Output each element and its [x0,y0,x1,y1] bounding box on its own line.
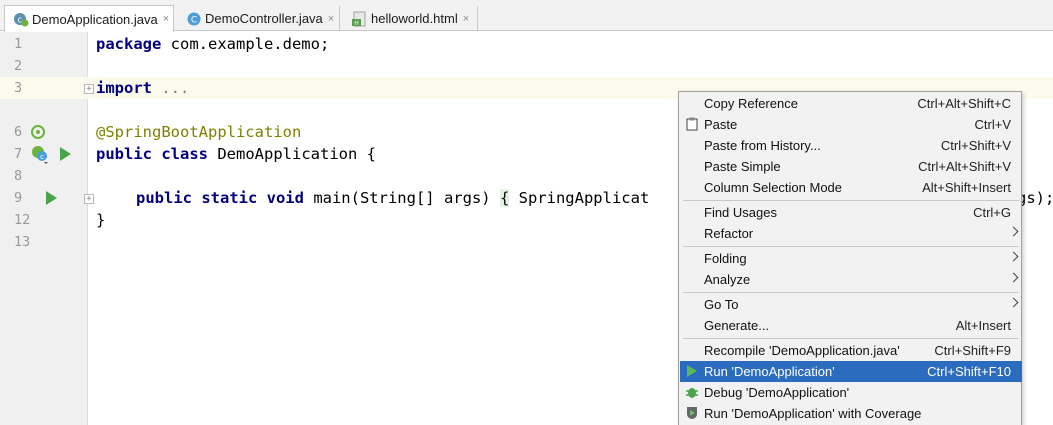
java-class-icon: C [186,11,202,27]
tab-label: helloworld.html [371,11,458,26]
chevron-right-icon [1008,226,1019,237]
menu-item-paste-from-history[interactable]: Paste from History... Ctrl+Shift+V [680,135,1022,156]
line-number: 12 [14,212,31,228]
menu-separator [683,292,1019,293]
menu-item-folding[interactable]: Folding [680,248,1022,269]
code-line[interactable]: import ... [96,77,189,99]
clipboard-icon [685,117,699,131]
spring-boot-gutter-icon[interactable] [30,124,46,144]
menu-item-refactor[interactable]: Refactor [680,223,1022,244]
menu-item-run-with-coverage[interactable]: Run 'DemoApplication' with Coverage [680,403,1022,424]
code-line[interactable]: package com.example.demo; [96,33,329,55]
close-icon[interactable]: × [463,13,469,25]
code-line[interactable]: } [96,209,105,231]
tab-label: DemoApplication.java [32,11,158,27]
html-file-icon: H [352,11,368,27]
line-number: 6 [14,124,23,140]
menu-item-analyze[interactable]: Analyze [680,269,1022,290]
menu-separator [683,246,1019,247]
menu-separator [683,200,1019,201]
chevron-right-icon [1008,251,1019,262]
menu-separator [683,338,1019,339]
menu-item-run[interactable]: Run 'DemoApplication' Ctrl+Shift+F10 [680,361,1022,382]
menu-item-copy-reference[interactable]: Copy Reference Ctrl+Alt+Shift+C [680,93,1022,114]
tab-demo-application[interactable]: c DemoApplication.java × [4,5,174,32]
spring-boot-class-icon[interactable]: c [30,144,50,168]
menu-item-paste-simple[interactable]: Paste Simple Ctrl+Alt+Shift+V [680,156,1022,177]
tab-label: DemoController.java [205,11,323,26]
fold-expand-icon[interactable]: + [84,84,94,94]
debug-icon [685,385,699,399]
fold-expand-icon[interactable]: + [84,194,94,204]
tab-helloworld-html[interactable]: H helloworld.html × [344,6,478,31]
code-line[interactable]: @SpringBootApplication [96,121,301,143]
run-icon[interactable] [46,191,57,205]
tab-demo-controller[interactable]: C DemoController.java × [178,6,340,31]
close-icon[interactable]: × [163,13,169,25]
menu-item-debug[interactable]: Debug 'DemoApplication' [680,382,1022,403]
menu-item-paste[interactable]: Paste Ctrl+V [680,114,1022,135]
line-number: 1 [14,36,23,52]
menu-item-generate[interactable]: Generate... Alt+Insert [680,315,1022,336]
editor-tab-bar: c DemoApplication.java × C DemoControlle… [0,0,1053,32]
line-number: 9 [14,190,23,206]
run-icon [685,364,699,378]
code-line[interactable]: public class DemoApplication { [96,143,376,165]
close-icon[interactable]: × [328,13,334,25]
code-line-tail: gs); [1017,189,1053,207]
menu-item-column-selection-mode[interactable]: Column Selection Mode Alt+Shift+Insert [680,177,1022,198]
chevron-right-icon [1008,272,1019,283]
code-line[interactable]: public static void main(String[] args) {… [136,187,649,209]
svg-text:C: C [191,15,197,25]
menu-item-go-to[interactable]: Go To [680,294,1022,315]
chevron-right-icon [1008,297,1019,308]
menu-item-recompile[interactable]: Recompile 'DemoApplication.java' Ctrl+Sh… [680,340,1022,361]
line-number: 2 [14,58,23,74]
coverage-icon [685,406,699,420]
line-number: 3 [14,80,23,96]
line-number: 8 [14,168,23,184]
editor-context-menu: Copy Reference Ctrl+Alt+Shift+C Paste Ct… [678,91,1022,425]
svg-text:H: H [354,20,359,27]
run-icon[interactable] [60,147,71,161]
svg-text:c: c [40,153,44,161]
line-number: 7 [14,146,23,162]
menu-item-find-usages[interactable]: Find Usages Ctrl+G [680,202,1022,223]
spring-boot-class-icon: c [13,11,29,27]
line-number: 13 [14,234,31,250]
